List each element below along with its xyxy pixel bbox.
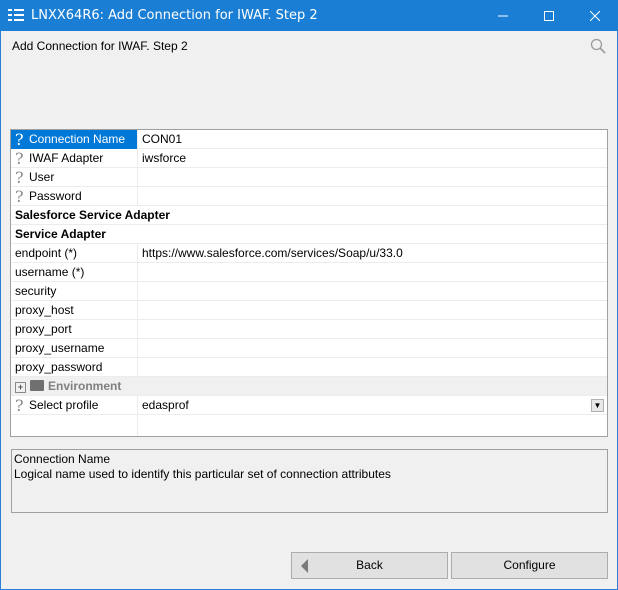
close-icon (590, 10, 600, 21)
maximize-icon (544, 10, 554, 21)
search-icon[interactable] (590, 38, 606, 54)
property-label: proxy_port (11, 320, 138, 339)
configure-button[interactable]: Configure (451, 552, 608, 579)
expand-icon[interactable]: + (15, 382, 26, 393)
property-label: endpoint (*) (11, 244, 138, 263)
row-proxy-username[interactable]: proxy_username (11, 339, 607, 358)
select-profile-dropdown[interactable]: edasprof ▼ (142, 396, 606, 415)
proxy-host-value[interactable] (142, 301, 602, 320)
property-label: proxy_username (11, 339, 138, 358)
row-proxy-password[interactable]: proxy_password (11, 358, 607, 377)
section-header: Service Adapter (15, 227, 106, 241)
property-label: Select profile (29, 398, 99, 412)
help-icon: ? (15, 149, 24, 168)
step-title: Add Connection for IWAF. Step 2 (12, 39, 188, 53)
help-icon: ? (15, 187, 24, 206)
back-button[interactable]: Back (291, 552, 448, 579)
row-password[interactable]: ? Password (11, 187, 607, 206)
help-icon: ? (15, 130, 24, 149)
property-label: security (11, 282, 138, 301)
row-username[interactable]: username (*) (11, 263, 607, 282)
property-label: Password (29, 189, 82, 203)
property-label: User (29, 170, 55, 184)
title-bar: LNXX64R6: Add Connection for IWAF. Step … (0, 0, 618, 31)
app-icon (8, 9, 24, 21)
row-section-salesforce: Salesforce Service Adapter (11, 206, 607, 225)
close-button[interactable] (572, 0, 618, 31)
back-button-label: Back (356, 558, 383, 572)
back-arrow-icon (301, 559, 308, 573)
proxy-port-value[interactable] (142, 320, 602, 339)
security-value[interactable] (142, 282, 602, 301)
row-section-service-adapter: Service Adapter (11, 225, 607, 244)
property-grid: ? Connection Name CON01 ? IWAF Adapter iws… (10, 129, 608, 437)
password-value[interactable] (142, 187, 602, 206)
property-label: IWAF Adapter (29, 151, 104, 165)
iwaf-adapter-value[interactable]: iwsforce (142, 149, 602, 168)
section-header: Environment (48, 379, 122, 393)
help-icon: ? (15, 168, 24, 187)
window-title: LNXX64R6: Add Connection for IWAF. Step … (31, 8, 318, 23)
row-proxy-host[interactable]: proxy_host (11, 301, 607, 320)
endpoint-value[interactable]: https://www.salesforce.com/services/Soap… (142, 244, 602, 263)
section-header: Salesforce Service Adapter (15, 208, 170, 222)
description-text: Logical name used to identify this parti… (14, 467, 391, 481)
username-value[interactable] (142, 263, 602, 282)
property-label: proxy_password (11, 358, 138, 377)
connection-name-value[interactable]: CON01 (142, 130, 602, 149)
minimize-button[interactable] (480, 0, 526, 31)
proxy-username-value[interactable] (142, 339, 602, 358)
row-environment[interactable]: + Environment (11, 377, 607, 396)
row-endpoint[interactable]: endpoint (*) https://www.salesforce.com/… (11, 244, 607, 263)
row-select-profile[interactable]: ? Select profile edasprof ▼ (11, 396, 607, 415)
property-label: Connection Name (29, 132, 126, 146)
property-label: proxy_host (11, 301, 138, 320)
chevron-down-icon[interactable]: ▼ (591, 399, 604, 412)
description-title: Connection Name (14, 452, 111, 466)
select-profile-value: edasprof (142, 398, 189, 412)
user-value[interactable] (142, 168, 602, 187)
minimize-icon (498, 15, 508, 16)
row-proxy-port[interactable]: proxy_port (11, 320, 607, 339)
row-security[interactable]: security (11, 282, 607, 301)
environment-icon (30, 380, 44, 391)
description-panel: Connection Name Logical name used to ide… (11, 449, 608, 513)
maximize-button[interactable] (526, 0, 572, 31)
row-user[interactable]: ? User (11, 168, 607, 187)
row-iwaf-adapter[interactable]: ? IWAF Adapter iwsforce (11, 149, 607, 168)
row-empty (11, 415, 607, 436)
row-connection-name[interactable]: ? Connection Name CON01 (11, 130, 607, 149)
help-icon: ? (15, 396, 24, 415)
property-label: username (*) (11, 263, 138, 282)
configure-button-label: Configure (503, 558, 556, 572)
dialog-body: Add Connection for IWAF. Step 2 ? Connect… (0, 31, 618, 590)
proxy-password-value[interactable] (142, 358, 602, 377)
